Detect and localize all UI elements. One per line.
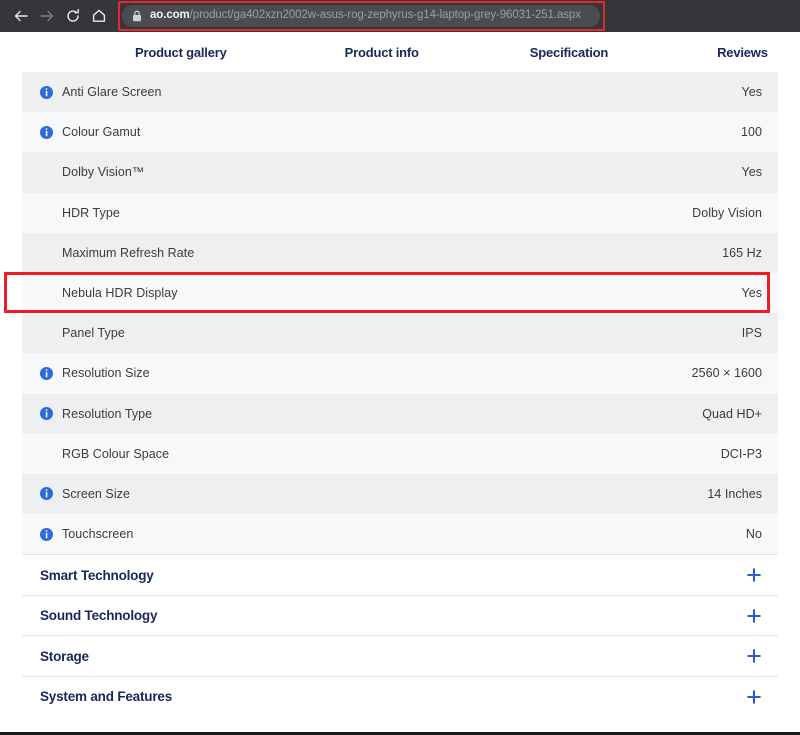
back-arrow-icon [14, 10, 28, 22]
spec-label: Dolby Vision™ [62, 165, 145, 180]
spec-label: Anti Glare Screen [62, 85, 162, 100]
section-smart-technology[interactable]: Smart Technology [22, 554, 778, 595]
browser-toolbar: ao.com/product/ga402xzn2002w-asus-rog-ze… [0, 0, 800, 32]
section-title: Smart Technology [40, 567, 154, 583]
specification-table: Anti Glare Screen Yes Colour Gamut 100 D… [4, 72, 778, 555]
spec-label: Nebula HDR Display [62, 286, 178, 301]
section-title: System and Features [40, 689, 173, 704]
reload-icon [67, 8, 79, 22]
spec-value: Yes [741, 165, 762, 180]
plus-icon[interactable] [746, 567, 762, 583]
table-row: Touchscreen No [22, 514, 778, 555]
section-system-and-features[interactable]: System and Features [22, 675, 778, 717]
spec-label: HDR Type [62, 205, 120, 220]
spec-value: Dolby Vision [692, 205, 762, 220]
spec-value: 165 Hz [722, 245, 762, 260]
table-row: RGB Colour Space DCI-P3 [22, 433, 778, 474]
tab-reviews[interactable]: Reviews [717, 45, 768, 60]
table-row: Resolution Size 2560 × 1600 [22, 353, 778, 394]
spec-label: Screen Size [62, 486, 130, 501]
plus-icon[interactable] [746, 689, 762, 705]
spec-value: Yes [741, 85, 762, 100]
plus-icon[interactable] [746, 648, 762, 664]
page-content: Product gallery Product info Specificati… [0, 32, 800, 735]
tab-product-gallery[interactable]: Product gallery [135, 45, 227, 60]
table-row: Resolution Type Quad HD+ [22, 393, 778, 434]
spec-label: Resolution Size [62, 366, 150, 381]
spec-value: No [745, 527, 762, 542]
info-icon[interactable] [40, 85, 53, 99]
info-icon[interactable] [40, 527, 53, 541]
spec-value: IPS [741, 326, 762, 341]
home-icon [92, 9, 106, 22]
table-row: Screen Size 14 Inches [22, 473, 778, 515]
reload-button[interactable] [60, 3, 86, 29]
table-row-highlighted: Nebula HDR Display Yes [4, 271, 778, 314]
forward-button[interactable] [34, 3, 60, 29]
spec-value: 2560 × 1600 [691, 366, 762, 381]
url-path: /product/ga402xzn2002w-asus-rog-zephyrus… [189, 9, 581, 22]
spec-label: Colour Gamut [62, 125, 141, 140]
spec-value: Quad HD+ [702, 406, 762, 421]
product-nav-tabs: Product gallery Product info Specificati… [0, 32, 800, 72]
spec-value: DCI-P3 [720, 446, 762, 461]
info-icon[interactable] [40, 366, 53, 380]
spec-label: Touchscreen [62, 527, 134, 542]
plus-icon[interactable] [746, 608, 762, 624]
home-button[interactable] [86, 3, 112, 29]
info-icon[interactable] [40, 487, 53, 501]
forward-arrow-icon [40, 10, 54, 22]
section-title: Sound Technology [40, 608, 158, 623]
section-title: Storage [40, 648, 89, 664]
url-host: ao.com [150, 9, 190, 22]
spec-label: Maximum Refresh Rate [62, 245, 195, 260]
table-row: Panel Type IPS [22, 313, 778, 354]
tab-specification[interactable]: Specification [530, 45, 609, 60]
section-storage[interactable]: Storage [22, 635, 778, 676]
table-row: Anti Glare Screen Yes [22, 72, 778, 113]
spec-value: 100 [740, 125, 762, 140]
spec-value: 14 Inches [707, 486, 762, 501]
table-row: Colour Gamut 100 [22, 112, 778, 153]
table-row: Dolby Vision™ Yes [22, 152, 778, 193]
address-bar[interactable]: ao.com/product/ga402xzn2002w-asus-rog-ze… [122, 5, 600, 27]
spec-label: Resolution Type [62, 406, 153, 421]
back-button[interactable] [8, 3, 34, 29]
table-row: HDR Type Dolby Vision [22, 192, 778, 233]
spec-label: Panel Type [62, 326, 125, 341]
spec-label: RGB Colour Space [62, 446, 170, 461]
info-icon[interactable] [40, 407, 53, 421]
spec-value: Yes [741, 286, 762, 301]
section-sound-technology[interactable]: Sound Technology [22, 594, 778, 636]
tab-product-info[interactable]: Product info [345, 45, 419, 60]
lock-icon [132, 10, 142, 22]
info-icon[interactable] [40, 125, 53, 139]
table-row: Maximum Refresh Rate 165 Hz [22, 232, 778, 273]
address-bar-url: ao.com/product/ga402xzn2002w-asus-rog-ze… [150, 10, 581, 22]
